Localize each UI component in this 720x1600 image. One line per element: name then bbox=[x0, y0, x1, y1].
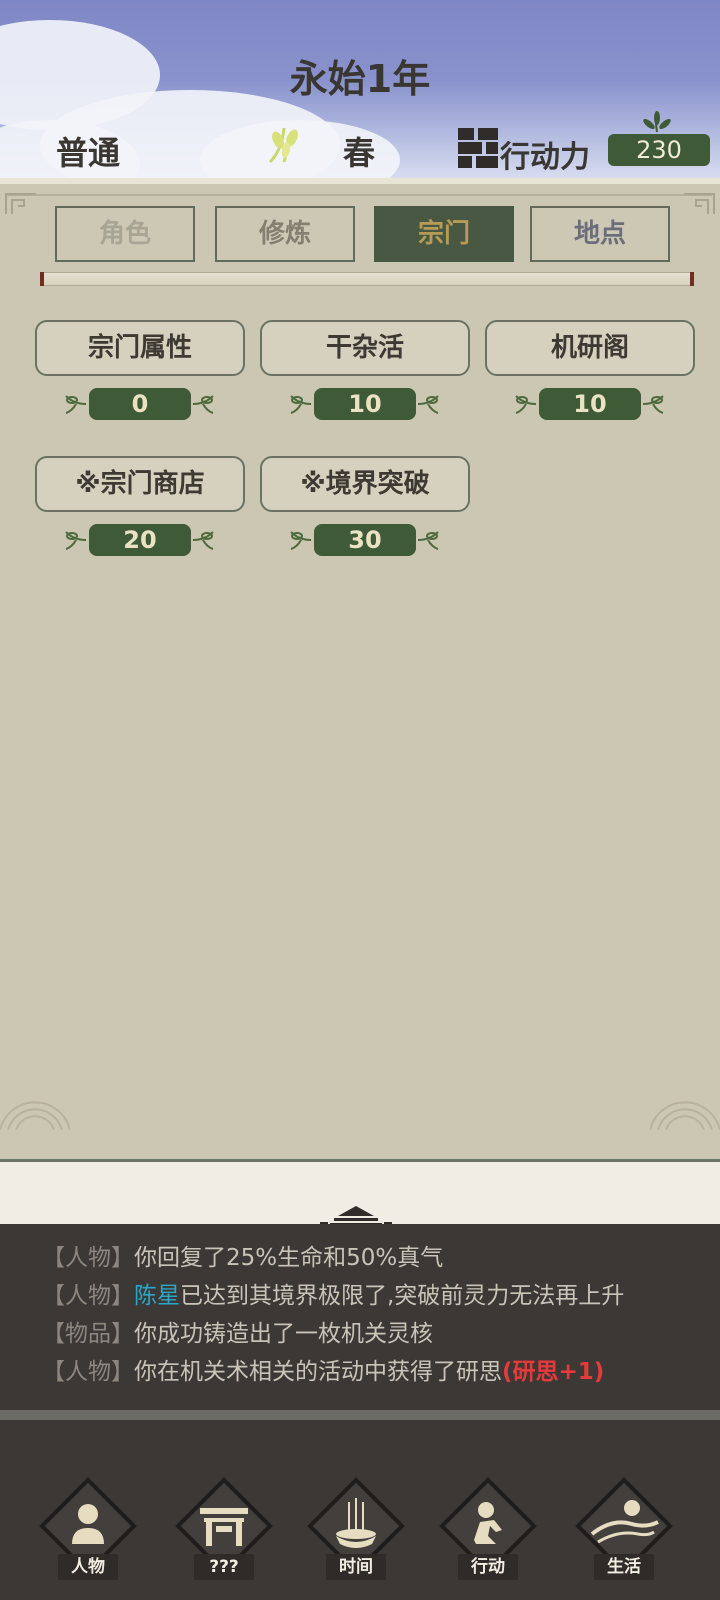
sect-attributes-button[interactable]: 宗门属性 bbox=[35, 320, 245, 376]
sprig-left-icon bbox=[290, 531, 312, 550]
tab-sect[interactable]: 宗门 bbox=[374, 206, 514, 262]
expand-log-icon[interactable] bbox=[308, 1200, 404, 1226]
action-points-value: 230 bbox=[608, 134, 710, 166]
log-category: 【物品】 bbox=[42, 1321, 134, 1347]
bottom-nav: 人物 ??? 时间 行动 生活 bbox=[0, 1420, 720, 1600]
log-entry: 【物品】你成功铸造出了一枚机关灵核 bbox=[42, 1314, 433, 1348]
chores-cost: 10 bbox=[314, 388, 416, 420]
sect-shop-cost: 20 bbox=[89, 524, 191, 556]
sect-attributes-cost: 0 bbox=[89, 388, 191, 420]
sprig-left-icon bbox=[515, 395, 537, 414]
difficulty-mode: 普通 bbox=[56, 134, 121, 172]
wave-ornament-right bbox=[650, 1101, 720, 1130]
wheat-icon bbox=[268, 127, 298, 164]
realm-breakthrough-cost: 30 bbox=[314, 524, 416, 556]
season-label: 春 bbox=[343, 134, 376, 172]
mechanism-pavilion-cost: 10 bbox=[539, 388, 641, 420]
tab-cultivation[interactable]: 修炼 bbox=[215, 206, 355, 262]
nav-time-button[interactable]: 时间 bbox=[304, 1474, 408, 1584]
nav-label: 行动 bbox=[458, 1554, 518, 1580]
nav-life-button[interactable]: 生活 bbox=[572, 1474, 676, 1584]
log-entry: 【人物】陈星已达到其境界极限了,突破前灵力无法再上升 bbox=[42, 1276, 624, 1310]
log-category: 【人物】 bbox=[42, 1359, 134, 1385]
top-header: 永始1年 普通 春 行动力 230 bbox=[0, 0, 720, 178]
leaf-icon bbox=[643, 111, 671, 133]
log-category: 【人物】 bbox=[42, 1283, 134, 1309]
nav-action-button[interactable]: 行动 bbox=[436, 1474, 540, 1584]
year-title: 永始1年 bbox=[289, 57, 431, 101]
event-log: 【人物】你回复了25%生命和50%真气 【人物】陈星已达到其境界极限了,突破前灵… bbox=[0, 1224, 720, 1420]
log-entry: 【人物】你回复了25%生命和50%真气 bbox=[42, 1238, 443, 1272]
log-text: 已达到其境界极限了,突破前灵力无法再上升 bbox=[180, 1283, 625, 1309]
mechanism-pavilion-button[interactable]: 机研阁 bbox=[485, 320, 695, 376]
action-points-label: 行动力 bbox=[500, 140, 590, 175]
realm-breakthrough-button[interactable]: ※境界突破 bbox=[260, 456, 470, 512]
log-text: 你成功铸造出了一枚机关灵核 bbox=[134, 1321, 433, 1347]
sect-shop-button[interactable]: ※宗门商店 bbox=[35, 456, 245, 512]
log-entry: 【人物】你在机关术相关的活动中获得了研思(研思+1) bbox=[42, 1352, 604, 1386]
sprig-left-icon bbox=[65, 395, 87, 414]
sprig-right-icon bbox=[642, 395, 664, 414]
sprig-right-icon bbox=[192, 395, 214, 414]
nav-unknown-button[interactable]: ??? bbox=[172, 1474, 276, 1584]
tab-character[interactable]: 角色 bbox=[55, 206, 195, 262]
wall-icon bbox=[458, 128, 498, 168]
tab-location[interactable]: 地点 bbox=[530, 206, 670, 262]
chores-button[interactable]: 干杂活 bbox=[260, 320, 470, 376]
nav-label: 人物 bbox=[58, 1554, 118, 1580]
log-text: 你在机关术相关的活动中获得了研思 bbox=[134, 1359, 502, 1385]
nav-label: 时间 bbox=[326, 1554, 386, 1580]
sprig-right-icon bbox=[192, 531, 214, 550]
log-text: 你回复了25%生命和50%真气 bbox=[134, 1245, 444, 1271]
sprig-left-icon bbox=[290, 395, 312, 414]
tab-divider bbox=[40, 272, 694, 286]
sprig-right-icon bbox=[417, 531, 439, 550]
nav-character-button[interactable]: 人物 bbox=[36, 1474, 140, 1584]
sprig-right-icon bbox=[417, 395, 439, 414]
character-name-link[interactable]: 陈星 bbox=[134, 1283, 180, 1309]
corner-ornament-right bbox=[684, 193, 715, 214]
log-gain: (研思+1) bbox=[502, 1359, 605, 1385]
corner-ornament-left bbox=[5, 193, 36, 214]
nav-label: 生活 bbox=[594, 1554, 654, 1580]
log-category: 【人物】 bbox=[42, 1245, 134, 1271]
wave-ornament-left bbox=[0, 1101, 70, 1130]
nav-label: ??? bbox=[194, 1554, 254, 1580]
sprig-left-icon bbox=[65, 531, 87, 550]
